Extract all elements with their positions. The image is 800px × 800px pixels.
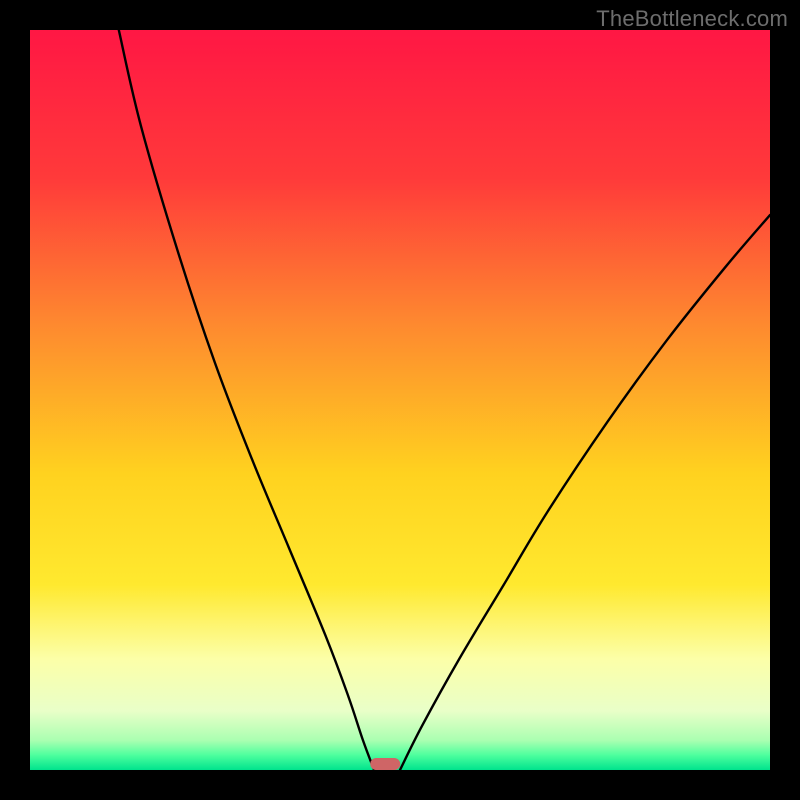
bottleneck-marker [370, 758, 400, 770]
bottleneck-curve-left [119, 30, 374, 770]
bottleneck-curve-right [400, 215, 770, 770]
chart-curves [30, 30, 770, 770]
watermark-label: TheBottleneck.com [596, 6, 788, 32]
chart-plot-area [30, 30, 770, 770]
